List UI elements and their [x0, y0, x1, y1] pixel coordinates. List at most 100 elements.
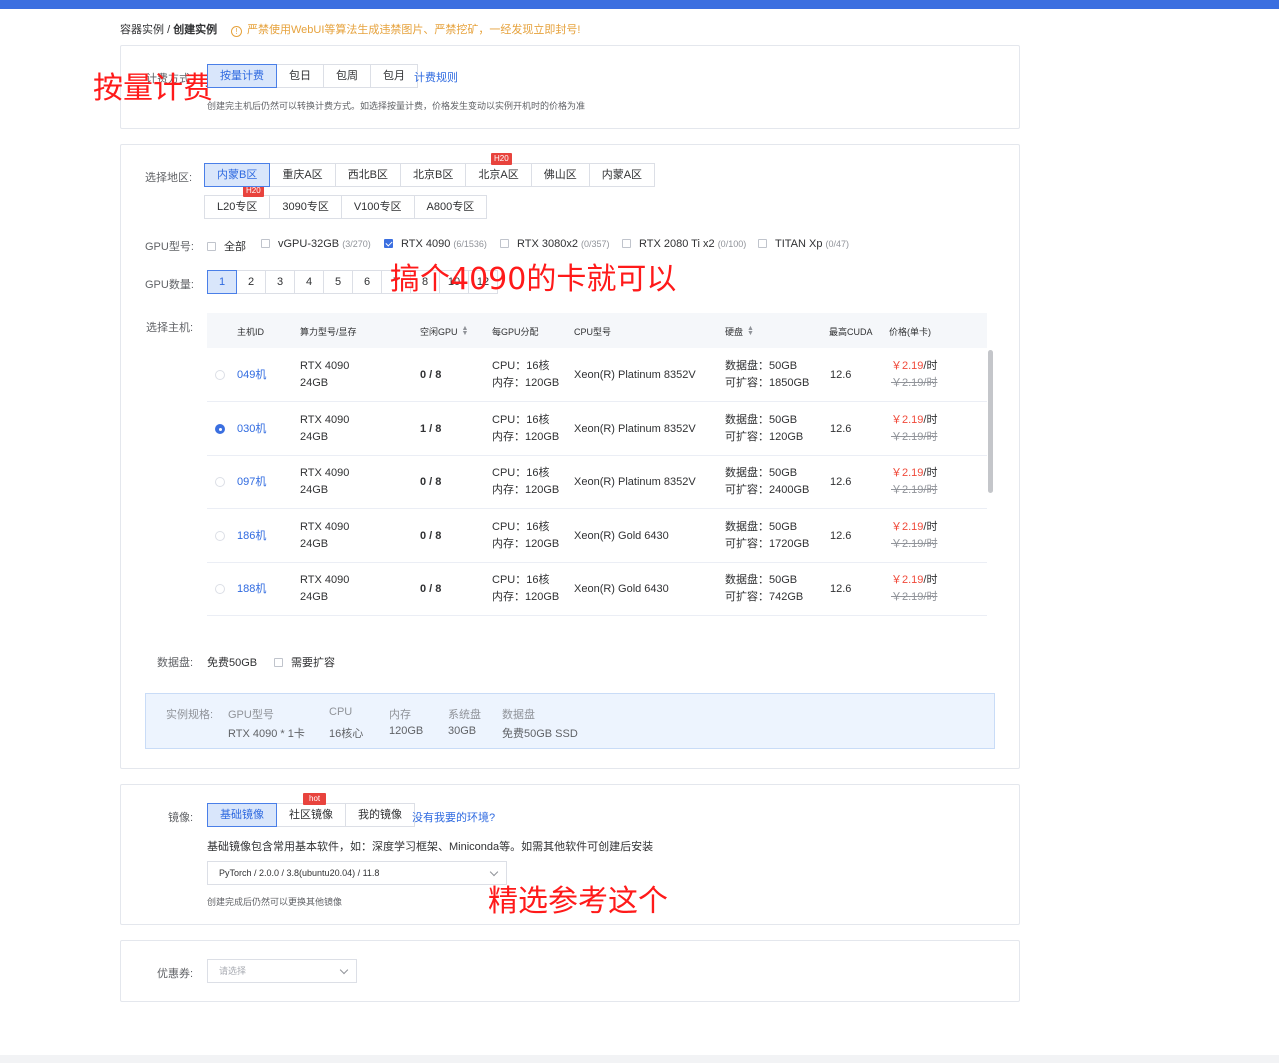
instance-spec-panel: 实例规格: GPU型号 RTX 4090 * 1卡 CPU 16核心 内存 12… — [145, 693, 995, 749]
tab-community-image[interactable]: 社区镜像 — [276, 803, 346, 827]
checkbox-icon[interactable] — [274, 658, 283, 667]
host-free-gpu: 0 / 8 — [420, 369, 442, 381]
host-row[interactable]: 030机 RTX 4090 24GB 1 / 8 CPU：16核 内存：120GB Xeon… — [207, 403, 987, 456]
sort-icon: ▲ ▼ — [747, 325, 754, 337]
coupon-select[interactable]: 请选择 — [207, 959, 357, 983]
host-allocation: CPU：16核 内存：120GB — [492, 574, 560, 603]
spec-sys-value: 30GB — [448, 725, 477, 737]
gpu-count-option[interactable]: 1 — [207, 270, 237, 294]
host-model: RTX 4090 24GB — [300, 414, 350, 443]
gpu-count-option[interactable]: 6 — [352, 270, 382, 294]
warning-text: 严禁使用WebUI等算法生成违禁图片、严禁挖矿，一经发现立即封号! — [247, 24, 581, 36]
radio-button[interactable] — [215, 477, 225, 487]
host-disk: 数据盘：50GB 可扩容：742GB — [725, 574, 804, 603]
h20-badge: H20 — [491, 153, 512, 165]
region-option[interactable]: 3090专区 — [269, 195, 342, 219]
spec-sys-key: 系统盘 — [448, 709, 481, 721]
radio-button[interactable] — [215, 424, 225, 434]
host-price: ￥2.19/时 ￥2.19/时 — [891, 574, 938, 603]
host-free-gpu: 0 / 8 — [420, 530, 442, 542]
gpu-option[interactable]: RTX 2080 Ti x2 (0/100) — [622, 238, 746, 250]
host-cuda: 12.6 — [830, 583, 852, 595]
radio-button[interactable] — [215, 531, 225, 541]
table-scrollbar[interactable] — [988, 350, 993, 493]
host-allocation: CPU：16核 内存：120GB — [492, 360, 560, 389]
annotation-image: 精选参考这个 — [488, 884, 668, 919]
region-option[interactable]: 重庆A区 — [269, 163, 336, 187]
region-option[interactable]: 北京A区 — [465, 163, 532, 187]
billing-option-monthly[interactable]: 包月 — [370, 64, 418, 88]
image-select-value: PyTorch / 2.0.0 / 3.8(ubuntu20.04) / 11.… — [219, 868, 380, 878]
region-option[interactable]: 内蒙B区 — [204, 163, 271, 187]
breadcrumb-parent[interactable]: 容器实例 — [120, 24, 164, 36]
checkbox-icon[interactable] — [622, 239, 631, 248]
col-per-gpu: 每GPU分配 — [492, 327, 539, 337]
host-row[interactable]: 097机 RTX 4090 24GB 0 / 8 CPU：16核 内存：120GB Xeon… — [207, 456, 987, 509]
col-free-gpu[interactable]: 空闲GPU ▲ ▼ — [420, 325, 468, 338]
host-disk: 数据盘：50GB 可扩容：2400GB — [725, 467, 810, 496]
region-option[interactable]: 西北B区 — [334, 163, 402, 187]
tab-base-image[interactable]: 基础镜像 — [207, 803, 277, 827]
host-id-link[interactable]: 030机 — [237, 421, 266, 438]
billing-option-weekly[interactable]: 包周 — [323, 64, 371, 88]
col-cuda: 最高CUDA — [829, 327, 873, 337]
host-table-header: 主机ID 算力型号/显存 空闲GPU ▲ ▼ 每GPU分配 CPU型号 硬盘 ▲ ▼ 最… — [207, 313, 987, 348]
checkbox-checked-icon[interactable] — [384, 239, 393, 248]
host-model: RTX 4090 24GB — [300, 521, 350, 550]
checkbox-icon[interactable] — [207, 242, 216, 251]
col-price: 价格(单卡) — [889, 327, 931, 337]
gpu-option-rtx4090[interactable]: RTX 4090 (6/1536) — [384, 238, 487, 250]
host-id-link[interactable]: 188机 — [237, 581, 266, 598]
host-cuda: 12.6 — [830, 476, 852, 488]
image-select[interactable]: PyTorch / 2.0.0 / 3.8(ubuntu20.04) / 11.… — [207, 861, 507, 885]
gpu-option[interactable]: TITAN Xp (0/47) — [758, 238, 849, 250]
data-disk-expand-option[interactable]: 需要扩容 — [274, 654, 335, 670]
host-price: ￥2.19/时 ￥2.19/时 — [891, 360, 938, 389]
gpu-count-option[interactable]: 3 — [265, 270, 295, 294]
gpu-option[interactable]: RTX 3080x2 (0/357) — [500, 238, 610, 250]
sort-icon: ▲ ▼ — [461, 325, 469, 337]
gpu-count-option[interactable]: 2 — [236, 270, 266, 294]
host-allocation: CPU：16核 内存：120GB — [492, 414, 560, 443]
col-disk[interactable]: 硬盘 ▲ ▼ — [725, 325, 754, 338]
billing-option-hourly[interactable]: 按量计费 — [207, 64, 277, 88]
billing-options: 按量计费 包日 包周 包月 — [207, 64, 418, 88]
checkbox-icon[interactable] — [261, 239, 270, 248]
host-id-link[interactable]: 186机 — [237, 528, 266, 545]
region-option[interactable]: V100专区 — [340, 195, 415, 219]
region-option[interactable]: L20专区 — [204, 195, 271, 219]
radio-button[interactable] — [215, 370, 225, 380]
chevron-down-icon — [489, 867, 499, 877]
region-option[interactable]: 内蒙A区 — [588, 163, 656, 187]
checkbox-icon[interactable] — [758, 239, 767, 248]
billing-rules-link[interactable]: 计费规则 — [414, 69, 458, 85]
region-option[interactable]: 北京B区 — [400, 163, 467, 187]
hot-badge: hot — [303, 793, 327, 805]
host-cpu-model: Xeon(R) Gold 6430 — [574, 530, 669, 542]
gpu-option[interactable]: vGPU-32GB (3/270) — [261, 238, 371, 250]
region-option[interactable]: A800专区 — [413, 195, 488, 219]
gpu-count-option[interactable]: 5 — [323, 270, 353, 294]
missing-env-link[interactable]: 没有我要的环境? — [412, 809, 495, 825]
host-id-link[interactable]: 097机 — [237, 474, 266, 491]
gpu-option-all[interactable]: 全部 — [207, 238, 246, 254]
host-id-link[interactable]: 049机 — [237, 367, 266, 384]
spec-gpu-value: RTX 4090 * 1卡 — [228, 728, 305, 740]
host-price: ￥2.19/时 ￥2.19/时 — [891, 414, 938, 443]
billing-option-daily[interactable]: 包日 — [276, 64, 324, 88]
checkbox-icon[interactable] — [500, 239, 509, 248]
host-row[interactable]: 186机 RTX 4090 24GB 0 / 8 CPU：16核 内存：120GB Xeon… — [207, 510, 987, 563]
gpu-count-option[interactable]: 4 — [294, 270, 324, 294]
host-disk: 数据盘：50GB 可扩容：1850GB — [725, 360, 810, 389]
host-free-gpu: 0 / 8 — [420, 476, 442, 488]
tab-my-image[interactable]: 我的镜像 — [345, 803, 415, 827]
radio-button[interactable] — [215, 584, 225, 594]
annotation-gpu: 搞个4090的卡就可以 — [390, 262, 677, 297]
host-row[interactable]: 049机 RTX 4090 24GB 0 / 8 CPU：16核 内存：120GB Xeon… — [207, 349, 987, 402]
breadcrumb: 容器实例 / 创建实例 — [120, 21, 217, 37]
host-row[interactable]: 188机 RTX 4090 24GB 0 / 8 CPU：16核 内存：120GB Xeon… — [207, 563, 987, 616]
region-option[interactable]: 佛山区 — [530, 163, 590, 187]
host-cpu-model: Xeon(R) Platinum 8352V — [574, 423, 696, 435]
warning-circle-icon: ! — [231, 26, 242, 37]
spec-disk-value: 免费50GB SSD — [502, 728, 578, 740]
